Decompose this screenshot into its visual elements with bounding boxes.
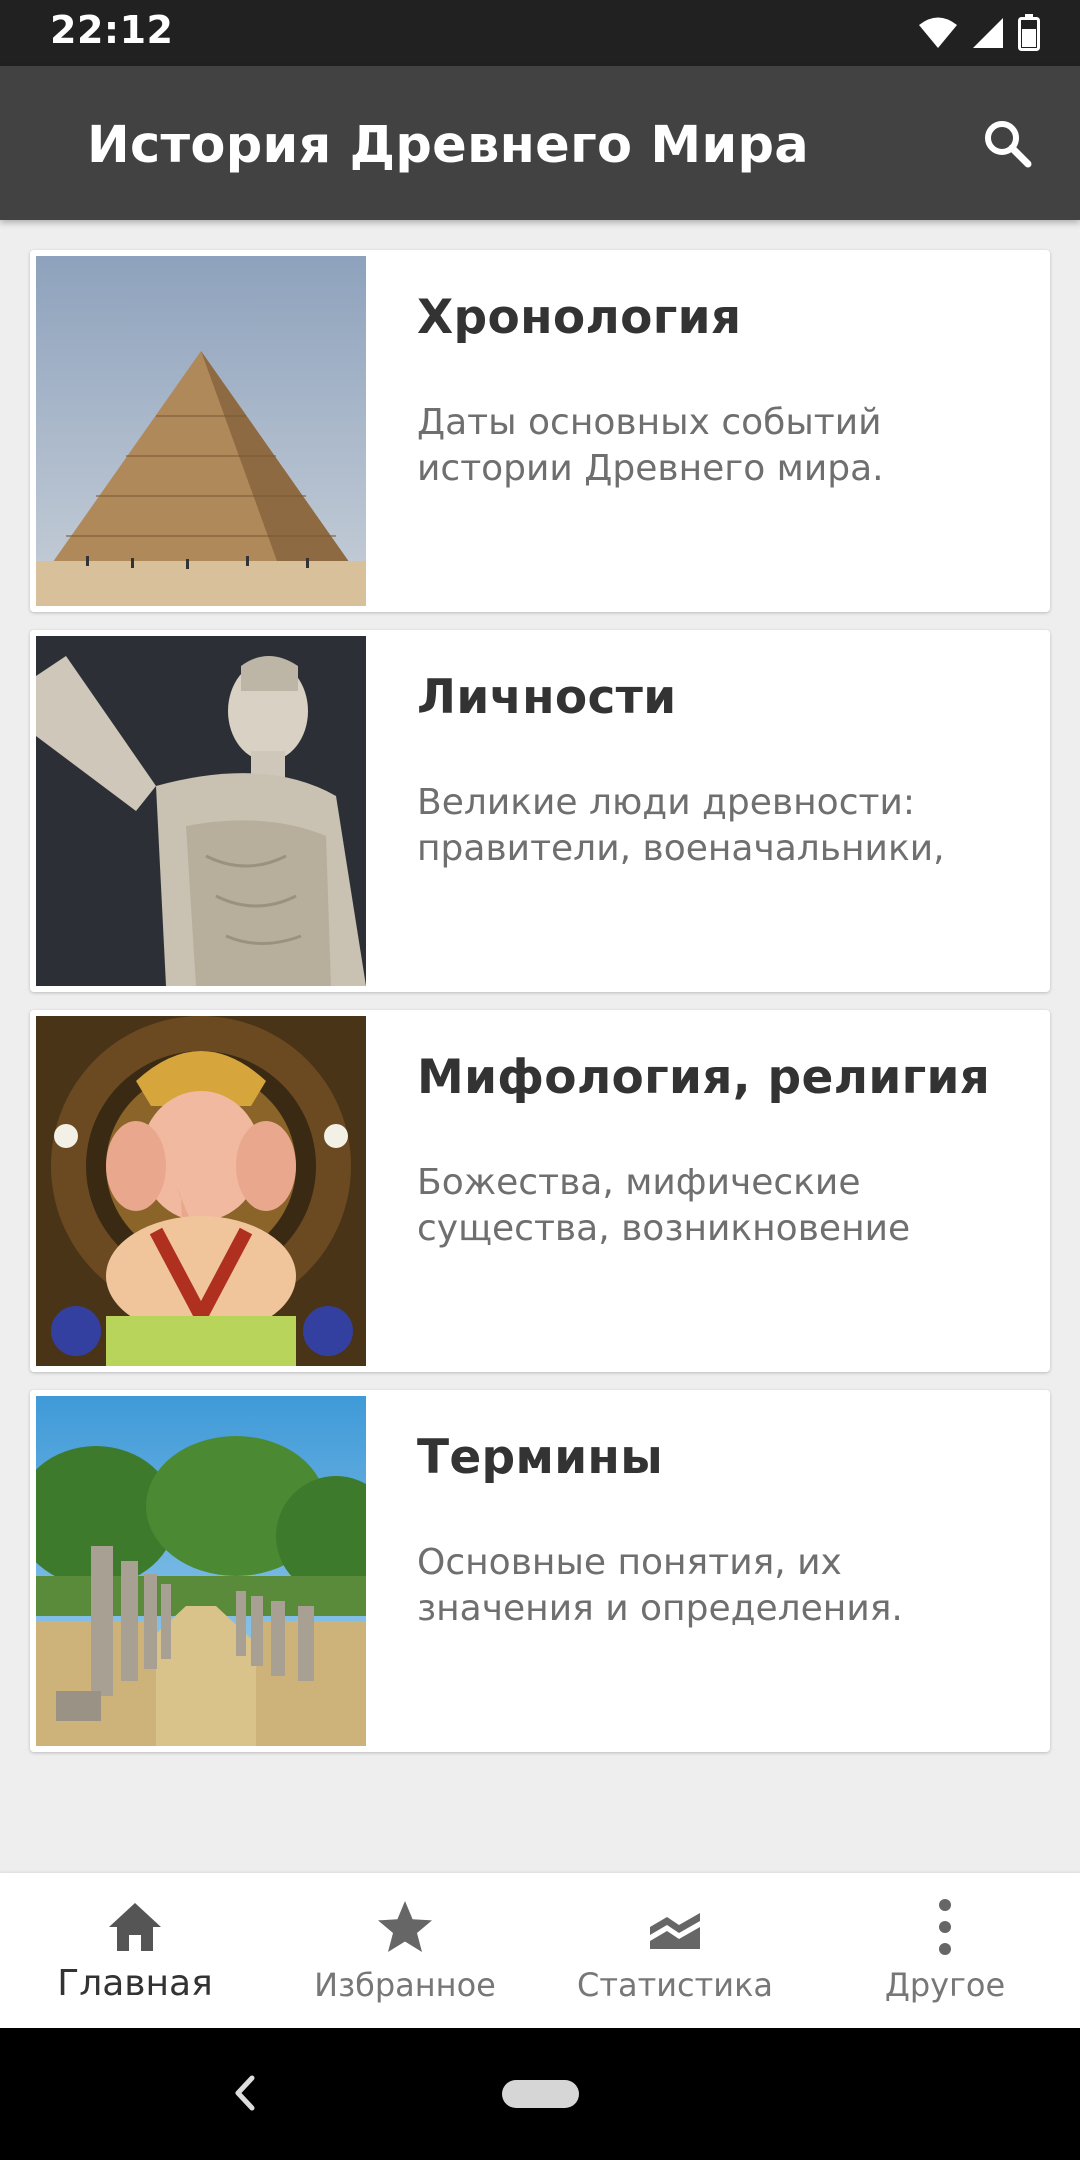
statue-image [36,636,366,986]
card-personalities[interactable]: Личности Великие люди древности: правите… [30,630,1050,992]
card-description: Даты основных событий истории Древнего м… [417,402,884,489]
status-bar: 22:12 [0,0,1080,66]
star-icon [378,1901,432,1952]
chart-icon [650,1913,700,1949]
search-button[interactable] [974,110,1040,176]
nav-home[interactable]: Главная [0,1873,270,2028]
back-icon[interactable] [220,2068,270,2118]
battery-icon [1018,14,1040,51]
nav-label-statistics: Статистика [577,1966,773,2004]
search-icon [985,121,1032,168]
card-terms[interactable]: Термины Основные понятия, их значения и … [30,1390,1050,1752]
card-chronology[interactable]: Хронология Даты основных событий истории… [30,250,1050,612]
deity-image [36,1016,366,1366]
app-bar: История Древнего Мира [0,66,1080,220]
status-time: 22:12 [50,8,174,52]
system-navigation-bar [0,2028,1080,2160]
nav-label-more: Другое [884,1966,1006,2004]
signal-icon [973,18,1003,48]
pyramid-image [36,256,366,606]
home-icon [109,1903,161,1951]
home-pill-button[interactable] [502,2080,579,2108]
nav-label-favorites: Избранное [314,1966,496,2004]
category-list: Хронология Даты основных событий истории… [30,250,1050,1770]
nav-more[interactable]: Другое [810,1873,1080,2028]
card-title: Мифология, религия [417,1050,991,1105]
status-icons [918,14,1040,52]
more-vert-icon [939,1899,951,1955]
card-description: Великие люди древности: правители, воена… [417,782,945,869]
card-title: Термины [417,1430,664,1485]
card-description: Божества, мифические существа, возникнов… [417,1162,911,1249]
card-title: Личности [417,670,677,725]
nav-label-home: Главная [57,1963,213,2004]
bottom-navigation: Главная Избранное Статистика Другое [0,1873,1080,2028]
nav-favorites[interactable]: Избранное [270,1873,540,2028]
columns-image [36,1396,366,1746]
app-title: История Древнего Мира [87,116,810,175]
card-title: Хронология [417,290,742,345]
wifi-icon [919,17,957,48]
nav-statistics[interactable]: Статистика [540,1873,810,2028]
card-description: Основные понятия, их значения и определе… [417,1542,903,1629]
card-mythology[interactable]: Мифология, религия Божества, мифические … [30,1010,1050,1372]
